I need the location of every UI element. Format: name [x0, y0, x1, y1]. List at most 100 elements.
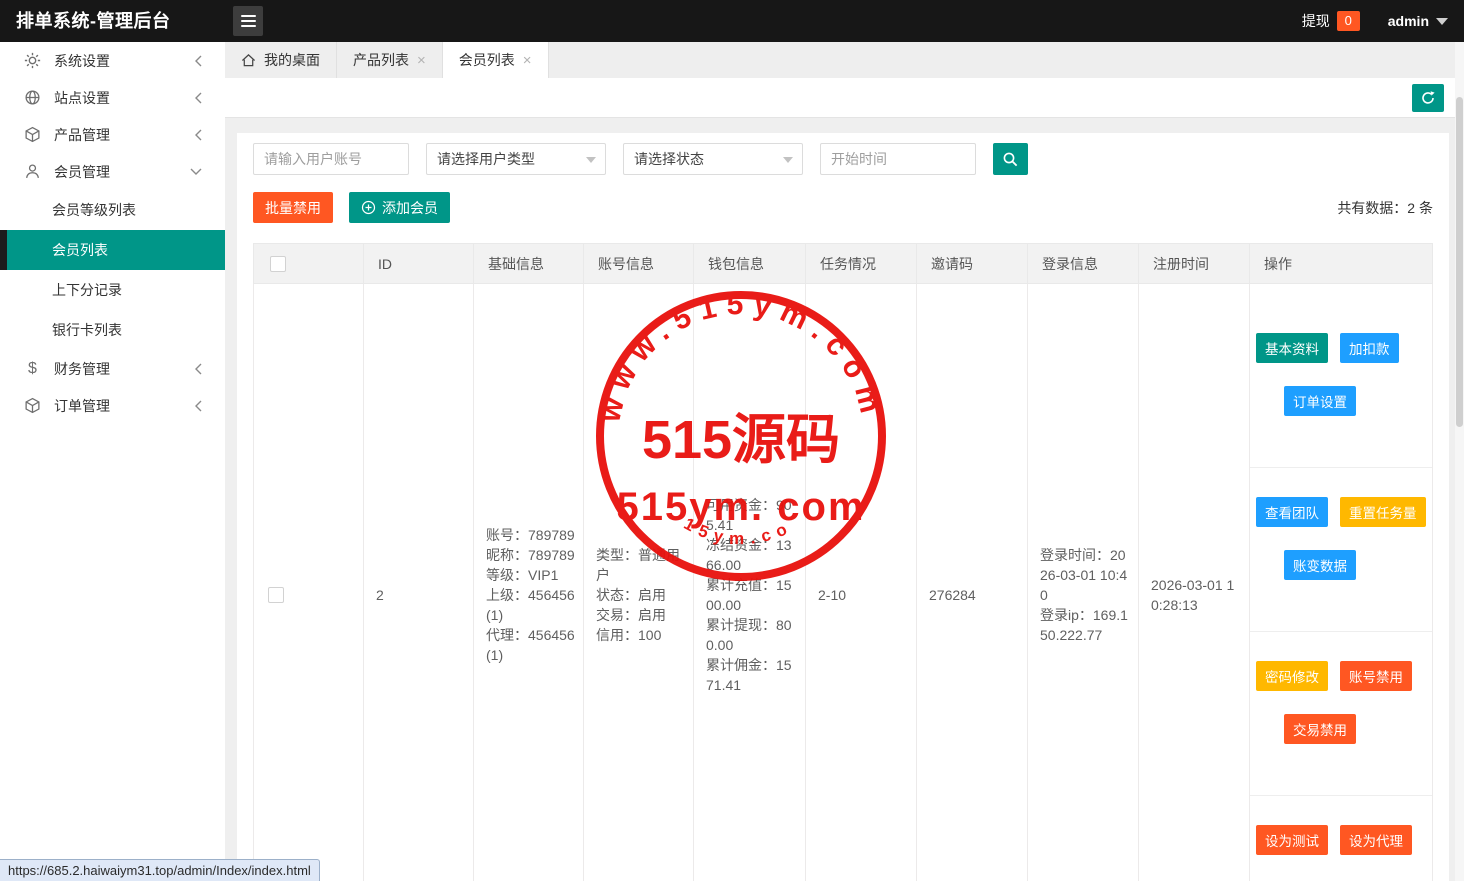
link-preview-statusbar: https://685.2.haiwaiym31.top/admin/Index… — [0, 859, 320, 881]
withdraw-link[interactable]: 提现 0 — [1302, 11, 1360, 31]
sidebar-item-label: 站点设置 — [54, 88, 110, 108]
col-header-account: 账号信息 — [584, 244, 694, 284]
set-test-button[interactable]: 设为测试 — [1256, 825, 1328, 855]
tab-bar: 我的桌面 产品列表 × 会员列表 × — [225, 42, 1464, 78]
cell-task-status: 2-10 — [806, 284, 917, 881]
cell-actions: 基本资料 加扣款 订单设置 查看团队 重置任务量 — [1250, 284, 1433, 881]
refresh-icon — [1420, 90, 1436, 106]
col-header-basic: 基础信息 — [474, 244, 584, 284]
dollar-icon: $ — [24, 360, 41, 377]
cube-icon — [24, 397, 41, 414]
withdraw-badge: 0 — [1337, 11, 1360, 31]
table-actions-bar: 批量禁用 添加会员 共有数据：2 条 — [253, 192, 1433, 223]
select-all-checkbox[interactable] — [270, 256, 286, 272]
disable-account-button[interactable]: 账号禁用 — [1340, 661, 1412, 691]
chevron-left-icon — [194, 54, 203, 68]
chevron-down-icon — [1436, 18, 1448, 25]
member-list-panel: 请选择用户类型 请选择状态 批量禁用 添加会员 — [237, 133, 1449, 881]
sidebar-item-points-record[interactable]: 上下分记录 — [0, 270, 225, 310]
status-select-placeholder: 请选择状态 — [634, 149, 704, 169]
tab-label: 产品列表 — [353, 50, 409, 70]
topbar: 排单系统-管理后台 提现 0 admin — [0, 0, 1464, 42]
sidebar-item-finance-management[interactable]: $ 财务管理 — [0, 350, 225, 387]
sidebar-item-label: 财务管理 — [54, 359, 110, 379]
chevron-down-icon — [189, 167, 203, 176]
sidebar-item-member-list[interactable]: 会员列表 — [0, 230, 225, 270]
cell-id: 2 — [364, 284, 474, 881]
app-title: 排单系统-管理后台 — [16, 0, 171, 42]
sidebar: 系统设置 站点设置 产品管理 会员管理 会员等级列表 会员列表 上下分记录 银行… — [0, 42, 225, 881]
col-header-login: 登录信息 — [1028, 244, 1139, 284]
chevron-down-icon — [783, 157, 793, 163]
view-team-button[interactable]: 查看团队 — [1256, 497, 1328, 527]
account-change-data-button[interactable]: 账变数据 — [1284, 550, 1356, 580]
start-time-input[interactable] — [820, 143, 976, 175]
add-member-button[interactable]: 添加会员 — [349, 192, 450, 223]
sidebar-item-label: 产品管理 — [54, 125, 110, 145]
user-icon — [24, 163, 41, 180]
search-button[interactable] — [993, 143, 1028, 175]
sidebar-item-order-management[interactable]: 订单管理 — [0, 387, 225, 424]
gear-icon — [24, 52, 41, 69]
username: admin — [1388, 13, 1429, 29]
content-toolbar — [225, 78, 1464, 118]
refresh-button[interactable] — [1412, 84, 1444, 112]
basic-profile-button[interactable]: 基本资料 — [1256, 333, 1328, 363]
cell-basic-info: 账号：789789 昵称：789789 等级：VIP1 上级：456456(1)… — [474, 284, 584, 881]
tab-my-desktop[interactable]: 我的桌面 — [225, 42, 337, 78]
tab-member-list[interactable]: 会员列表 × — [443, 42, 549, 78]
home-icon — [241, 53, 256, 68]
user-type-select[interactable]: 请选择用户类型 — [426, 143, 606, 175]
order-settings-button[interactable]: 订单设置 — [1284, 386, 1356, 416]
disable-trade-button[interactable]: 交易禁用 — [1284, 714, 1356, 744]
change-password-button[interactable]: 密码修改 — [1256, 661, 1328, 691]
account-search-input[interactable] — [253, 143, 409, 175]
status-select[interactable]: 请选择状态 — [623, 143, 803, 175]
globe-icon — [24, 89, 41, 106]
filter-bar: 请选择用户类型 请选择状态 — [253, 143, 1433, 175]
chevron-left-icon — [194, 128, 203, 142]
search-icon — [1002, 151, 1019, 168]
reset-task-button[interactable]: 重置任务量 — [1340, 497, 1426, 527]
sidebar-item-system-settings[interactable]: 系统设置 — [0, 42, 225, 79]
add-deduct-button[interactable]: 加扣款 — [1340, 333, 1399, 363]
col-header-task: 任务情况 — [806, 244, 917, 284]
member-table: ID 基础信息 账号信息 钱包信息 任务情况 邀请码 登录信息 注册时间 操作 … — [253, 243, 1433, 881]
topbar-right: 提现 0 admin — [1302, 0, 1448, 42]
sidebar-subitem-label: 会员列表 — [52, 240, 108, 260]
sidebar-subitem-label: 银行卡列表 — [52, 320, 122, 340]
main-content: 我的桌面 产品列表 × 会员列表 × 请选择用户类型 请选择状态 — [225, 42, 1464, 881]
sidebar-item-label: 会员管理 — [54, 162, 110, 182]
sidebar-item-product-management[interactable]: 产品管理 — [0, 116, 225, 153]
sidebar-item-site-settings[interactable]: 站点设置 — [0, 79, 225, 116]
sidebar-item-bank-card-list[interactable]: 银行卡列表 — [0, 310, 225, 350]
user-menu[interactable]: admin — [1388, 13, 1448, 29]
tab-label: 我的桌面 — [264, 50, 320, 70]
col-header-actions: 操作 — [1250, 244, 1433, 284]
user-type-select-placeholder: 请选择用户类型 — [437, 149, 535, 169]
chevron-left-icon — [194, 399, 203, 413]
set-agent-button[interactable]: 设为代理 — [1340, 825, 1412, 855]
menu-toggle-button[interactable] — [233, 6, 263, 36]
col-header-register: 注册时间 — [1139, 244, 1250, 284]
scrollbar-thumb[interactable] — [1456, 97, 1463, 427]
tab-product-list[interactable]: 产品列表 × — [337, 42, 443, 78]
close-icon[interactable]: × — [523, 53, 532, 68]
sidebar-item-label: 系统设置 — [54, 51, 110, 71]
sidebar-item-member-level-list[interactable]: 会员等级列表 — [0, 190, 225, 230]
col-header-wallet: 钱包信息 — [694, 244, 806, 284]
col-header-id: ID — [364, 244, 474, 284]
withdraw-label: 提现 — [1302, 11, 1330, 31]
cell-account-info: 类型：普通用户 状态：启用 交易：启用 信用：100 — [584, 284, 694, 881]
cell-wallet-info: 可用资金：905.41 冻结资金：1366.00 累计充值：1500.00 累计… — [694, 284, 806, 881]
batch-disable-button[interactable]: 批量禁用 — [253, 192, 333, 223]
scrollbar-track[interactable] — [1455, 42, 1464, 881]
sidebar-item-member-management[interactable]: 会员管理 — [0, 153, 225, 190]
row-checkbox[interactable] — [268, 587, 284, 603]
sidebar-subitem-label: 上下分记录 — [52, 280, 122, 300]
total-count-text: 共有数据：2 条 — [1337, 198, 1433, 218]
close-icon[interactable]: × — [417, 53, 426, 68]
table-header-row: ID 基础信息 账号信息 钱包信息 任务情况 邀请码 登录信息 注册时间 操作 — [254, 244, 1433, 284]
sidebar-item-label: 订单管理 — [54, 396, 110, 416]
table-row: 2 账号：789789 昵称：789789 等级：VIP1 上级：456456(… — [254, 284, 1433, 881]
